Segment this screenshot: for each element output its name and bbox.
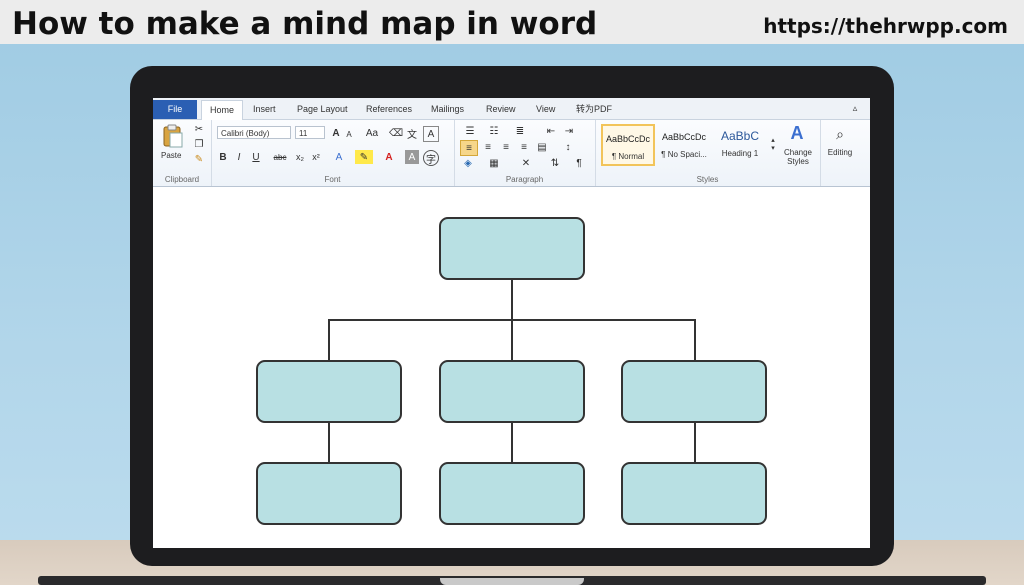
styles-group-label: Styles bbox=[696, 175, 719, 184]
paragraph-group: ☰ ☷ ≣ ⇤ ⇥ ≡ ≡ ≡ ≡ ▤ ↕ ◈ ▦ ✕ ⇅ ¶ Paragrap… bbox=[454, 120, 596, 186]
leaf-node-center[interactable] bbox=[439, 462, 585, 525]
font-group-label: Font bbox=[324, 175, 341, 184]
decrease-indent-icon[interactable]: ⇤ bbox=[544, 124, 558, 138]
paste-button[interactable] bbox=[159, 123, 187, 149]
multilevel-list-icon[interactable]: ≣ bbox=[512, 124, 528, 138]
connector-left-leaf bbox=[328, 423, 330, 463]
cut-icon[interactable]: ✂ bbox=[193, 123, 205, 135]
borders-icon[interactable]: ▦ bbox=[486, 156, 502, 170]
line-spacing-icon[interactable]: ↕ bbox=[560, 140, 576, 154]
phonetic-guide-icon[interactable]: 文 bbox=[405, 126, 419, 141]
enclose-characters-icon[interactable]: 字 bbox=[423, 150, 439, 166]
child-node-left[interactable] bbox=[256, 360, 402, 423]
tab-mailings[interactable]: Mailings bbox=[423, 100, 472, 119]
copy-icon[interactable]: ❐ bbox=[193, 138, 205, 150]
clear-formatting-icon[interactable]: ⌫ bbox=[389, 126, 403, 140]
paragraph-group-label: Paragraph bbox=[505, 175, 544, 184]
highlight-icon[interactable]: ✎ bbox=[355, 150, 373, 164]
connector-root-down bbox=[511, 280, 513, 320]
align-left-icon[interactable]: ≡ bbox=[460, 140, 478, 156]
tab-review[interactable]: Review bbox=[478, 100, 524, 119]
tab-home[interactable]: Home bbox=[201, 100, 244, 120]
paste-label: Paste bbox=[161, 151, 182, 160]
superscript-icon[interactable]: x² bbox=[309, 150, 323, 164]
sort-icon[interactable]: ⇅ bbox=[548, 156, 562, 170]
leaf-node-right[interactable] bbox=[621, 462, 767, 525]
style-heading-1[interactable]: AaBbC Heading 1 bbox=[713, 124, 767, 166]
connector-center-down bbox=[511, 319, 513, 361]
styles-group: AaBbCcDc ¶ Normal AaBbCcDc ¶ No Spaci...… bbox=[595, 120, 821, 186]
character-border-icon[interactable]: A bbox=[423, 126, 439, 142]
subscript-icon[interactable]: x₂ bbox=[293, 150, 307, 164]
connector-left-down bbox=[328, 319, 330, 361]
leaf-node-left[interactable] bbox=[256, 462, 402, 525]
align-right-icon[interactable]: ≡ bbox=[498, 140, 514, 154]
clipboard-group: Paste ✂ ❐ ✎ Clipboard bbox=[153, 120, 212, 186]
align-center-icon[interactable]: ≡ bbox=[480, 140, 496, 154]
character-shading-icon[interactable]: A bbox=[405, 150, 419, 164]
change-case-icon[interactable]: Aa bbox=[363, 126, 381, 140]
asian-layout-icon[interactable]: ✕ bbox=[518, 156, 534, 170]
font-group: Calibri (Body) 11 A A Aa ⌫ 文 A B I U abc… bbox=[211, 120, 455, 186]
grow-font-icon[interactable]: A bbox=[329, 126, 343, 140]
clipboard-group-label: Clipboard bbox=[164, 175, 200, 184]
numbering-icon[interactable]: ☷ bbox=[486, 124, 502, 138]
shading-icon[interactable]: ◈ bbox=[460, 156, 476, 170]
font-family-select[interactable]: Calibri (Body) bbox=[217, 126, 291, 139]
styles-scroll-icon[interactable]: ▴ ▾ bbox=[769, 126, 777, 162]
text-effects-icon[interactable]: A bbox=[331, 150, 347, 164]
increase-indent-icon[interactable]: ⇥ bbox=[562, 124, 576, 138]
ribbon-home: Paste ✂ ❐ ✎ Clipboard Calibri (Body) 11 … bbox=[153, 120, 870, 187]
distributed-icon[interactable]: ▤ bbox=[534, 140, 550, 154]
laptop-notch bbox=[440, 578, 584, 585]
tab-references[interactable]: References bbox=[358, 100, 420, 119]
font-size-select[interactable]: 11 bbox=[295, 126, 325, 139]
show-formatting-icon[interactable]: ¶ bbox=[572, 156, 586, 170]
word-window: File Home Insert Page Layout References … bbox=[153, 98, 870, 548]
font-color-icon[interactable]: A bbox=[381, 150, 397, 164]
style-normal-sample: AaBbCcDc bbox=[605, 134, 650, 144]
tab-page-layout[interactable]: Page Layout bbox=[289, 100, 356, 119]
ribbon-tab-bar: File Home Insert Page Layout References … bbox=[153, 98, 870, 120]
format-painter-icon[interactable]: ✎ bbox=[193, 153, 205, 165]
tab-to-pdf[interactable]: 转为PDF bbox=[568, 100, 620, 119]
justify-icon[interactable]: ≡ bbox=[516, 140, 532, 154]
tab-file[interactable]: File bbox=[153, 100, 197, 119]
site-url: https://thehrwpp.com bbox=[763, 14, 1008, 38]
tab-view[interactable]: View bbox=[528, 100, 563, 119]
connector-center-leaf bbox=[511, 423, 513, 463]
style-no-spacing-name: ¶ No Spaci... bbox=[661, 150, 707, 159]
editing-group: ⌕ Editing bbox=[820, 120, 860, 186]
tab-insert[interactable]: Insert bbox=[245, 100, 284, 119]
style-no-spacing[interactable]: AaBbCcDc ¶ No Spaci... bbox=[657, 124, 711, 166]
style-no-spacing-sample: AaBbCcDc bbox=[661, 132, 706, 142]
style-normal[interactable]: AaBbCcDc ¶ Normal bbox=[601, 124, 655, 166]
minimize-ribbon-icon[interactable]: ▵ bbox=[849, 102, 861, 114]
italic-icon[interactable]: I bbox=[233, 150, 245, 164]
root-node[interactable] bbox=[439, 217, 585, 280]
strikethrough-icon[interactable]: abc bbox=[271, 150, 289, 164]
shrink-font-icon[interactable]: A bbox=[343, 128, 355, 140]
editing-label[interactable]: Editing bbox=[822, 148, 858, 157]
underline-icon[interactable]: U bbox=[249, 150, 263, 164]
connector-right-leaf bbox=[694, 423, 696, 463]
change-styles-icon[interactable]: A bbox=[785, 122, 809, 144]
change-styles-label[interactable]: Change Styles bbox=[779, 148, 817, 166]
style-normal-name: ¶ Normal bbox=[611, 152, 645, 161]
binoculars-icon[interactable]: ⌕ bbox=[830, 124, 850, 144]
style-heading-1-name: Heading 1 bbox=[721, 149, 759, 158]
bullets-icon[interactable]: ☰ bbox=[462, 124, 478, 138]
child-node-center[interactable] bbox=[439, 360, 585, 423]
child-node-right[interactable] bbox=[621, 360, 767, 423]
connector-right-down bbox=[694, 319, 696, 361]
document-canvas bbox=[153, 187, 870, 548]
bold-icon[interactable]: B bbox=[217, 150, 229, 164]
style-heading-1-sample: AaBbC bbox=[720, 129, 760, 143]
